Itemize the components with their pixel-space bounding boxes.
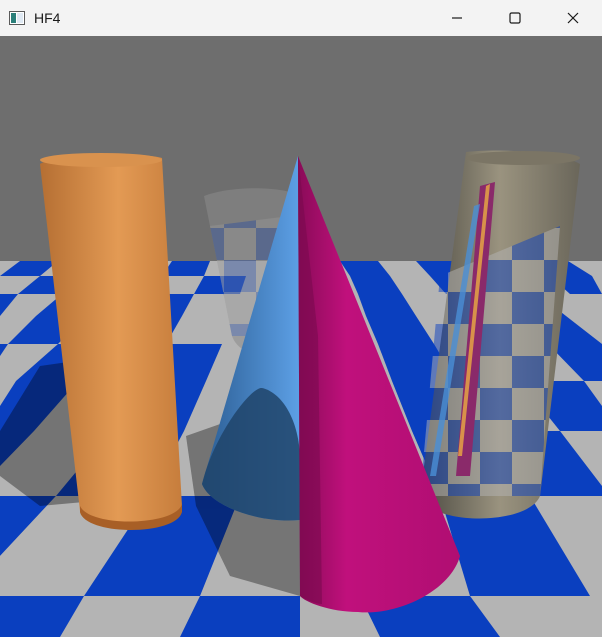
close-button[interactable] [544,0,602,36]
maximize-icon [509,12,521,24]
3d-scene [0,36,602,637]
window-title: HF4 [34,10,61,26]
minimize-icon [452,17,462,19]
minimize-button[interactable] [428,0,486,36]
render-viewport[interactable] [0,36,602,637]
title-bar[interactable]: HF4 [0,0,602,36]
maximize-button[interactable] [486,0,544,36]
close-icon [567,12,579,24]
app-window-icon [9,10,25,26]
app-window: HF4 [0,0,602,637]
window-controls [428,0,602,36]
